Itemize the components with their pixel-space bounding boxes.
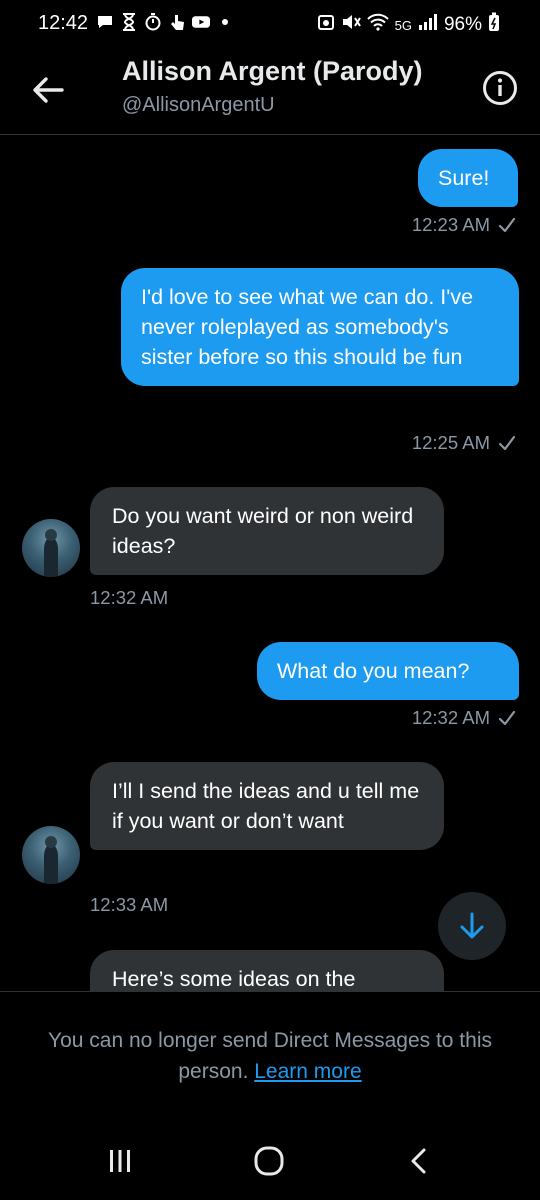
dm-disabled-notice: You can no longer send Direct Messages t… (30, 1025, 510, 1087)
avatar[interactable] (22, 826, 80, 884)
tap-icon (168, 13, 186, 31)
message-text: Do you want weird or non weird ideas? (112, 504, 414, 558)
status-system-icons: 5G 96% (317, 12, 500, 38)
message-text: What do you mean? (277, 659, 470, 683)
message-timestamp: 12:32 AM (90, 587, 169, 608)
learn-more-link[interactable]: Learn more (254, 1060, 361, 1083)
dot-icon (216, 13, 234, 31)
arrow-down-icon (460, 912, 484, 939)
outgoing-message-bubble[interactable]: I'd love to see what we can do. I've nev… (121, 268, 519, 386)
check-icon (498, 435, 516, 451)
5g-icon: 5G (394, 17, 412, 33)
mute-icon (341, 13, 361, 37)
message-timestamp: 12:33 AM (90, 894, 169, 915)
message-text: Here’s some ideas on the (112, 967, 356, 991)
check-icon (498, 710, 516, 726)
back-nav-button[interactable] (400, 1141, 440, 1181)
back-button[interactable] (30, 72, 66, 108)
battery-percent: 96% (443, 14, 482, 35)
avatar[interactable] (22, 519, 80, 577)
info-button[interactable] (482, 70, 518, 106)
wifi-icon (366, 13, 389, 37)
arrow-left-icon (33, 77, 64, 103)
incoming-message-bubble[interactable]: Do you want weird or non weird ideas? (90, 487, 444, 575)
dm-disabled-footer: You can no longer send Direct Messages t… (0, 991, 540, 1122)
timer-icon (144, 13, 162, 31)
timestamp-text: 12:25 AM (411, 432, 490, 453)
incoming-message-bubble[interactable]: I’ll I send the ideas and u tell me if y… (90, 762, 444, 850)
status-bar: 12:42 5G 96% (0, 0, 540, 50)
signal-icon (418, 13, 438, 37)
chevron-left-icon (411, 1148, 426, 1174)
home-button[interactable] (249, 1141, 289, 1181)
message-timestamp: 12:32 AM (412, 707, 516, 729)
scroll-to-bottom-button[interactable] (438, 892, 506, 960)
info-icon (483, 71, 517, 105)
home-icon (254, 1146, 284, 1176)
timestamp-text: 12:23 AM (411, 214, 490, 235)
outgoing-message-bubble[interactable]: What do you mean? (257, 642, 519, 700)
status-notification-icons (96, 13, 234, 31)
recent-apps-button[interactable] (100, 1141, 140, 1181)
recent-apps-icon (110, 1150, 130, 1172)
system-navigation-bar (0, 1121, 540, 1200)
message-timestamp: 12:25 AM (412, 432, 516, 454)
conversation-handle[interactable]: @AllisonArgentU (122, 94, 275, 117)
message-text: Sure! (438, 166, 490, 190)
message-text: I'd love to see what we can do. I've nev… (141, 285, 474, 369)
hourglass-icon (120, 13, 138, 31)
status-time: 12:42 (38, 12, 89, 34)
check-icon (498, 217, 516, 233)
battery-icon (488, 12, 500, 38)
timestamp-text: 12:32 AM (411, 707, 490, 728)
conversation-header: Allison Argent (Parody) @AllisonArgentU (0, 50, 540, 135)
message-icon (96, 13, 114, 31)
alarm-icon (317, 13, 335, 37)
message-timestamp: 12:23 AM (412, 214, 516, 236)
message-text: I’ll I send the ideas and u tell me if y… (112, 779, 420, 833)
conversation-title[interactable]: Allison Argent (Parody) (122, 56, 423, 87)
youtube-icon (192, 13, 210, 31)
incoming-message-bubble[interactable]: Here’s some ideas on the (90, 950, 444, 991)
outgoing-message-bubble[interactable]: Sure! (418, 149, 518, 207)
